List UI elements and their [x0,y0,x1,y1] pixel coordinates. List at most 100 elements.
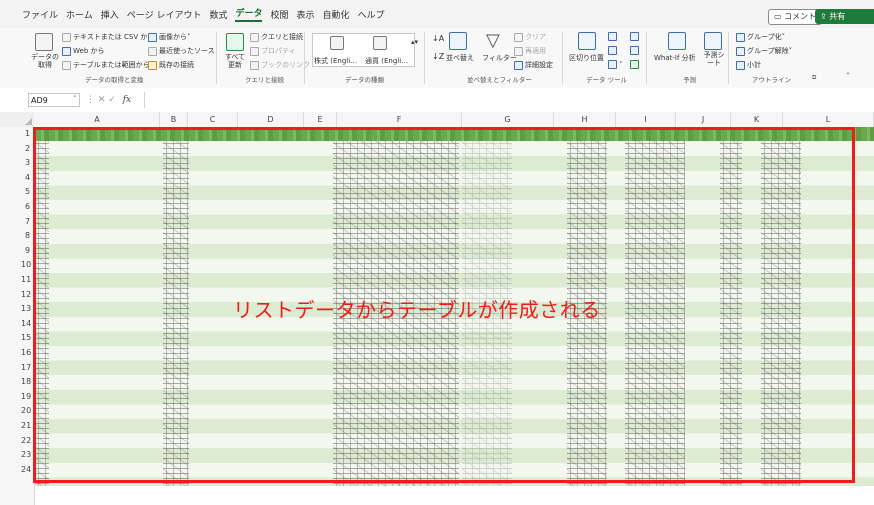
filter-button[interactable]: フィルター [482,53,517,63]
row-header[interactable]: 15 [0,331,34,346]
column-header-e[interactable]: E [304,112,337,127]
row-header[interactable]: 23 [0,448,34,463]
table-header-row[interactable] [35,127,874,141]
tab-automate[interactable]: 自動化 [323,8,350,21]
collapse-ribbon-icon[interactable]: ˅ [846,72,850,81]
refresh-all-button[interactable]: すべて更新 [222,53,248,69]
tab-data[interactable]: データ [235,6,263,22]
text-to-columns-button[interactable]: 区切り位置 [569,53,604,63]
tab-review[interactable]: 校閲 [270,8,288,21]
insert-function-icon[interactable]: fx [123,95,131,105]
select-all-button[interactable] [0,112,34,127]
flash-fill-icon[interactable] [608,32,619,41]
row-header[interactable]: 11 [0,273,34,288]
row-header[interactable]: 5 [0,185,34,200]
reapply-icon [514,46,523,56]
forecast-sheet-icon[interactable] [704,32,722,50]
tab-help[interactable]: ヘルプ [358,8,385,21]
relationships-icon[interactable] [630,46,641,55]
column-header-i[interactable]: I [616,112,676,127]
tab-formulas[interactable]: 数式 [209,8,227,21]
stocks-data-type-button[interactable]: 株式 (Engli… [314,56,357,66]
sort-ascending-icon[interactable]: ↓A [432,34,444,43]
row-header[interactable]: 22 [0,434,34,449]
text-to-columns-icon[interactable] [578,32,596,50]
subtotal-button[interactable]: 小計 [736,60,761,70]
share-button[interactable]: ⇪ 共有 [815,9,874,24]
formula-input[interactable] [144,92,874,108]
gallery-scroll-icon[interactable]: ▴▾ [411,38,418,46]
row-header[interactable]: 7 [0,215,34,230]
row-header[interactable]: 20 [0,404,34,419]
ungroup-button[interactable]: グループ解除 ˅ [736,46,792,56]
comments-button[interactable]: ▭ コメント [768,9,823,25]
what-if-analysis-button[interactable]: What-If 分析 [654,53,696,63]
row-header[interactable]: 17 [0,361,34,376]
remove-duplicates-icon[interactable] [608,46,619,55]
get-data-button[interactable]: データの取得 [28,53,62,69]
row-header[interactable]: 21 [0,419,34,434]
column-header-f[interactable]: F [337,112,462,127]
row-header[interactable]: 13 [0,302,34,317]
tab-home[interactable]: ホーム [66,8,93,21]
reapply-button[interactable]: 再適用 [514,46,546,56]
column-header-c[interactable]: C [188,112,238,127]
row-header[interactable]: 18 [0,375,34,390]
more-icon[interactable]: ⋮ [86,95,95,105]
sort-button[interactable]: 並べ替え [446,53,474,63]
row-header[interactable]: 1 [0,127,34,142]
forecast-sheet-button[interactable]: 予測シート [703,51,725,67]
from-web-button[interactable]: Web から [62,46,105,56]
get-data-icon[interactable] [35,33,53,51]
tab-view[interactable]: 表示 [297,8,315,21]
tab-page-layout[interactable]: ページ レイアウト [127,8,202,21]
row-header[interactable]: 6 [0,200,34,215]
tab-file[interactable]: ファイル [22,8,58,21]
from-picture-button[interactable]: 画像から ˅ [148,32,191,42]
sort-descending-icon[interactable]: ↓Z [432,52,444,61]
column-header-j[interactable]: J [676,112,731,127]
what-if-icon[interactable] [668,32,686,50]
row-header[interactable]: 3 [0,156,34,171]
row-header[interactable]: 9 [0,244,34,259]
advanced-filter-icon [514,60,523,70]
column-header-b[interactable]: B [160,112,188,127]
column-header-l[interactable]: L [783,112,874,127]
chevron-down-icon[interactable]: ˅ [73,95,77,103]
column-header-d[interactable]: D [238,112,304,127]
row-header[interactable]: 10 [0,258,34,273]
row-header[interactable]: 4 [0,171,34,186]
advanced-filter-button[interactable]: 詳細設定 [514,60,553,70]
column-header-k[interactable]: K [731,112,783,127]
data-model-icon[interactable] [630,60,641,69]
data-validation-icon[interactable]: ˅ [608,60,623,69]
clear-filter-button[interactable]: クリア [514,32,546,42]
consolidate-icon[interactable] [630,32,641,41]
enter-icon[interactable]: ✓ [108,95,116,105]
queries-connections-button[interactable]: クエリと接続 [250,32,303,42]
from-table-range-button[interactable]: テーブルまたは範囲から [62,60,150,70]
properties-button[interactable]: プロパティ [250,46,296,56]
tab-insert[interactable]: 挿入 [101,8,119,21]
outline-dialog-launcher-icon[interactable]: ⧉ [812,74,816,82]
row-header[interactable]: 16 [0,346,34,361]
column-header-h[interactable]: H [554,112,616,127]
column-header-g[interactable]: G [462,112,554,127]
edit-links-button[interactable]: ブックのリンク [250,60,310,70]
column-header-a[interactable]: A [35,112,160,127]
from-text-csv-button[interactable]: テキストまたは CSV から [62,32,154,42]
refresh-all-icon[interactable] [226,33,244,51]
row-header[interactable]: 14 [0,317,34,332]
cancel-icon[interactable]: ✕ [98,95,106,105]
existing-connections-button[interactable]: 既存の接続 [148,60,194,70]
filter-icon[interactable]: ▽ [486,30,500,51]
currencies-data-type-button[interactable]: 通貨 (Engli… [365,56,408,66]
row-header[interactable]: 19 [0,390,34,405]
group-button[interactable]: グループ化 ˅ [736,32,785,42]
sort-icon[interactable] [449,32,467,50]
row-header[interactable]: 2 [0,142,34,157]
recent-sources-button[interactable]: 最近使ったソース [148,46,215,56]
row-header[interactable]: 8 [0,229,34,244]
row-header[interactable]: 24 [0,463,34,478]
row-header[interactable]: 12 [0,288,34,303]
